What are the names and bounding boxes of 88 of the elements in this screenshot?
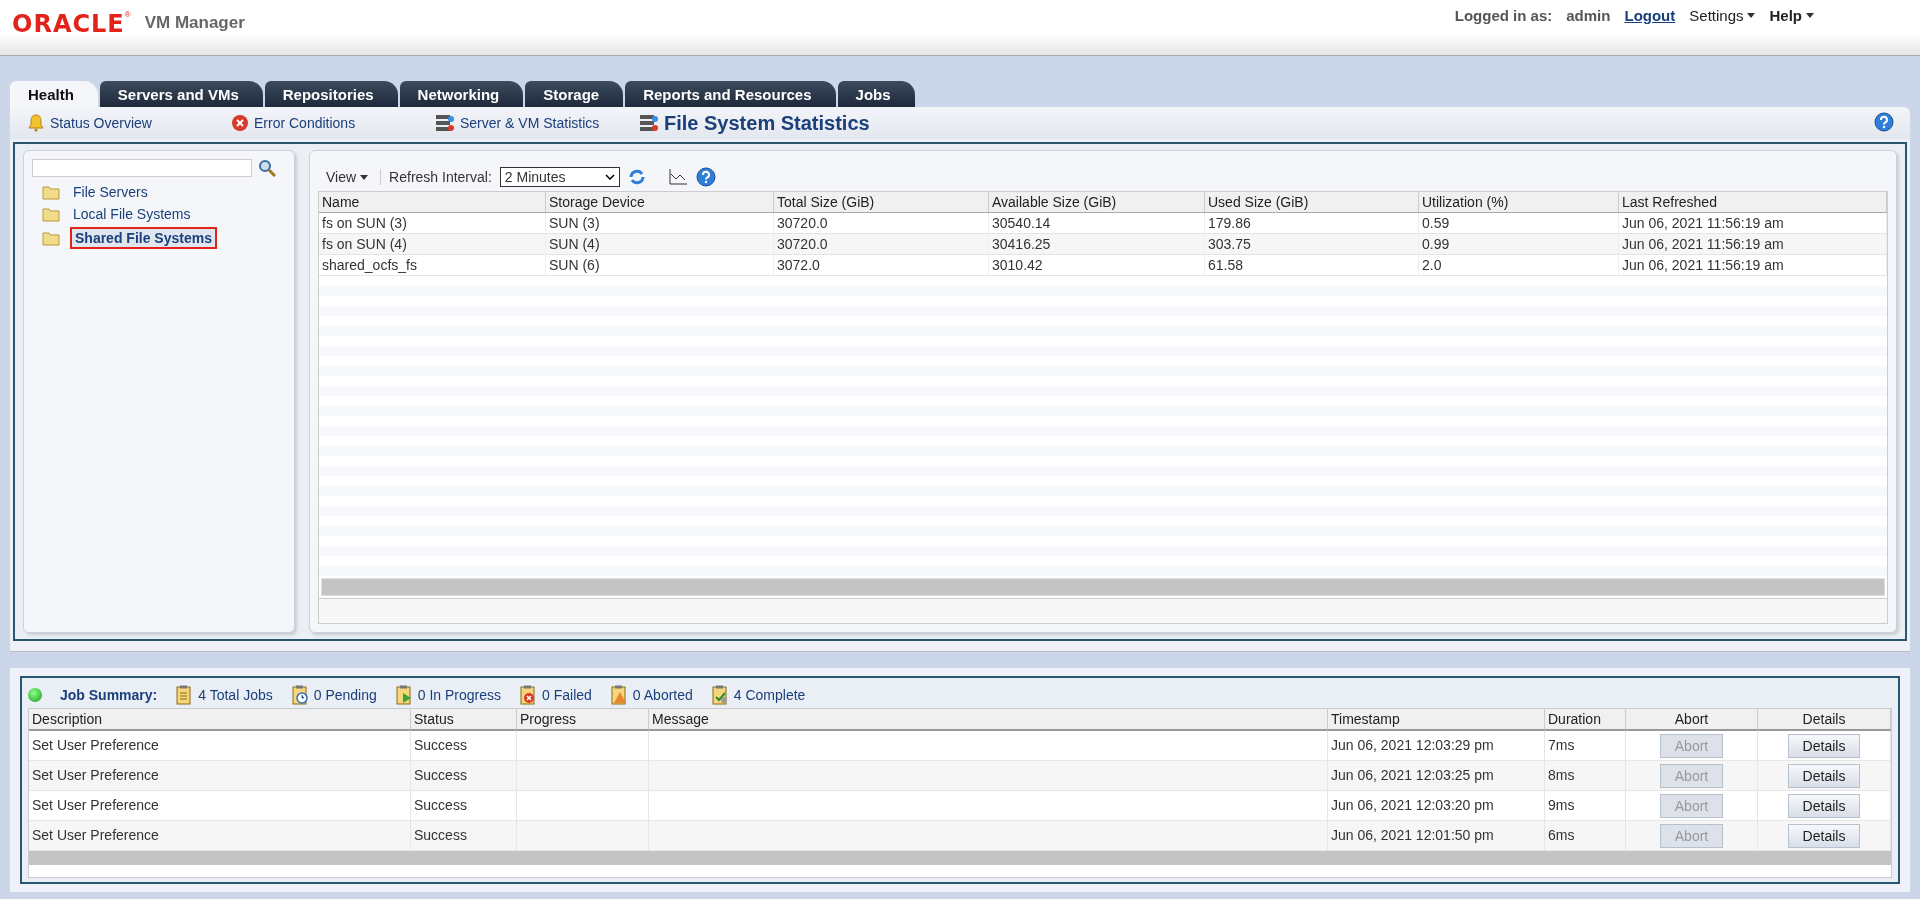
folder-icon	[42, 230, 60, 246]
error-icon	[231, 114, 249, 132]
nav-tab[interactable]: Reports and Resources	[625, 81, 836, 107]
table-cell: SUN (4)	[546, 234, 774, 255]
caret-icon	[604, 174, 615, 180]
table-cell: Set User Preference	[29, 761, 411, 791]
caret-icon	[1747, 13, 1756, 18]
column-header[interactable]: Utilization (%)	[1419, 192, 1619, 212]
scrollbar[interactable]	[29, 851, 1891, 865]
nav-tab[interactable]: Networking	[399, 81, 524, 107]
view-menu[interactable]: View	[326, 169, 382, 185]
clipboard-icon	[710, 685, 729, 705]
product-name: VM Manager	[144, 13, 245, 33]
details-button[interactable]: Details	[1787, 733, 1861, 758]
job-count-link[interactable]: 0 Pending	[313, 687, 377, 703]
column-header[interactable]: Storage Device	[546, 192, 774, 212]
bell-icon	[27, 114, 45, 132]
details-button[interactable]: Details	[1787, 823, 1861, 848]
tree-item[interactable]: File Servers	[70, 183, 151, 201]
status-dot-icon	[28, 688, 42, 702]
refresh-interval-dropdown[interactable]: 2 Minutes	[499, 167, 620, 187]
table-cell: Success	[411, 761, 517, 791]
table-cell: Jun 06, 2021 11:56:19 am	[1619, 234, 1887, 255]
column-header[interactable]: Timestamp	[1328, 709, 1545, 731]
clipboard-icon	[519, 685, 538, 705]
table-cell: fs on SUN (4)	[319, 234, 546, 255]
server-icon	[639, 113, 659, 133]
nav-tab[interactable]: Repositories	[264, 81, 398, 107]
column-header[interactable]: Status	[411, 709, 517, 731]
chart-icon[interactable]	[667, 168, 688, 186]
clipboard-icon	[290, 685, 309, 705]
username: admin	[1566, 7, 1611, 24]
help-icon[interactable]	[1874, 111, 1894, 132]
help-menu[interactable]: Help	[1769, 7, 1814, 24]
table-cell: 0.99	[1419, 234, 1619, 255]
logout-link[interactable]: Logout	[1624, 7, 1676, 24]
refresh-icon[interactable]	[627, 168, 646, 186]
job-summary-title: Job Summary:	[60, 687, 158, 703]
column-header[interactable]: Name	[319, 192, 546, 212]
column-header[interactable]: Progress	[517, 709, 649, 731]
nav-tab[interactable]: Servers and VMs	[99, 81, 263, 107]
subnav-link[interactable]: Status Overview	[50, 115, 152, 131]
search-icon[interactable]	[258, 159, 276, 177]
tree-item[interactable]: Local File Systems	[70, 205, 194, 223]
column-header[interactable]: Available Size (GiB)	[989, 192, 1205, 212]
folder-icon	[42, 206, 60, 222]
column-header[interactable]: Message	[649, 709, 1328, 731]
search-field[interactable]	[32, 159, 252, 177]
clipboard-icon	[175, 685, 194, 705]
subnav-link[interactable]: File System Statistics	[664, 111, 870, 135]
tree-item[interactable]: Shared File Systems	[70, 227, 217, 249]
column-header[interactable]: Description	[29, 709, 411, 731]
subnav-link[interactable]: Error Conditions	[254, 115, 356, 131]
logged-in-label: Logged in as:	[1454, 7, 1553, 24]
column-header[interactable]: Duration	[1545, 709, 1626, 731]
table-cell: 30416.25	[989, 234, 1205, 255]
oracle-logo: ORACLE	[12, 10, 125, 38]
column-header[interactable]: Total Size (GiB)	[774, 192, 989, 212]
column-header[interactable]: Abort	[1626, 709, 1758, 731]
column-header[interactable]: Used Size (GiB)	[1205, 192, 1419, 212]
server-icon	[435, 113, 455, 133]
table-cell: Jun 06, 2021 12:03:25 pm	[1328, 761, 1545, 791]
details-button[interactable]: Details	[1787, 763, 1861, 788]
registered-mark: ®	[124, 10, 131, 19]
caret-icon	[1806, 13, 1814, 18]
job-count-link[interactable]: 0 In Progress	[417, 687, 502, 703]
nav-tab[interactable]: Jobs	[837, 81, 915, 107]
caret-icon	[360, 174, 369, 180]
column-header[interactable]: Last Refreshed	[1619, 192, 1887, 212]
table-cell: 303.75	[1205, 234, 1419, 255]
clipboard-icon	[609, 685, 628, 705]
table-cell: 8ms	[1545, 761, 1626, 791]
job-count-link[interactable]: 4 Complete	[733, 687, 806, 703]
settings-menu[interactable]: Settings	[1689, 7, 1756, 24]
subnav-link[interactable]: Server & VM Statistics	[460, 115, 600, 131]
scrollbar[interactable]	[321, 578, 1885, 596]
table-cell: 30720.0	[774, 234, 989, 255]
job-count-link[interactable]: 4 Total Jobs	[198, 687, 273, 703]
refresh-interval-label: Refresh Interval:	[389, 169, 492, 185]
folder-icon	[42, 184, 60, 200]
nav-tab[interactable]: Health	[10, 81, 98, 107]
column-header[interactable]: Details	[1758, 709, 1891, 731]
details-button[interactable]: Details	[1787, 793, 1861, 818]
nav-tab[interactable]: Storage	[525, 81, 624, 107]
job-count-link[interactable]: 0 Aborted	[632, 687, 693, 703]
job-count-link[interactable]: 0 Failed	[542, 687, 592, 703]
help-icon[interactable]	[695, 167, 716, 187]
clipboard-icon	[394, 685, 413, 705]
